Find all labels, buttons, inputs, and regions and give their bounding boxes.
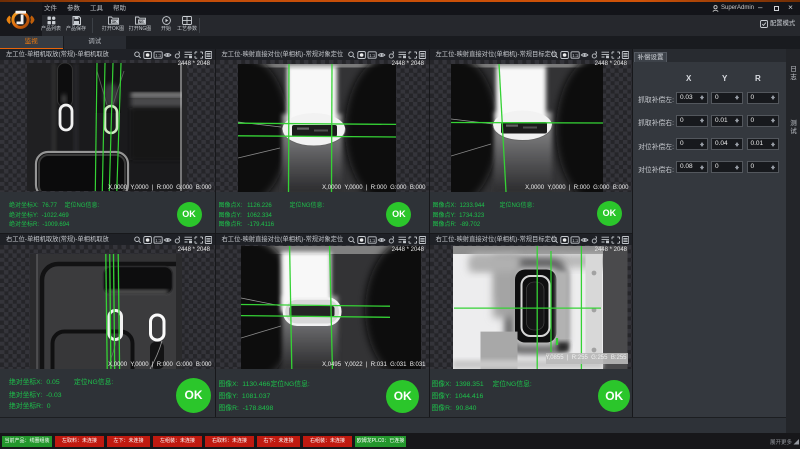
svg-text:1:1: 1:1 xyxy=(155,237,162,242)
svg-text:1:1: 1:1 xyxy=(369,52,376,57)
svg-text:1:1: 1:1 xyxy=(369,237,376,242)
svg-text:NG: NG xyxy=(138,20,143,24)
svg-text:1:1: 1:1 xyxy=(572,52,579,57)
svg-text:1:1: 1:1 xyxy=(572,237,579,242)
svg-text:1:1: 1:1 xyxy=(155,52,162,57)
svg-text:OK: OK xyxy=(111,20,117,24)
